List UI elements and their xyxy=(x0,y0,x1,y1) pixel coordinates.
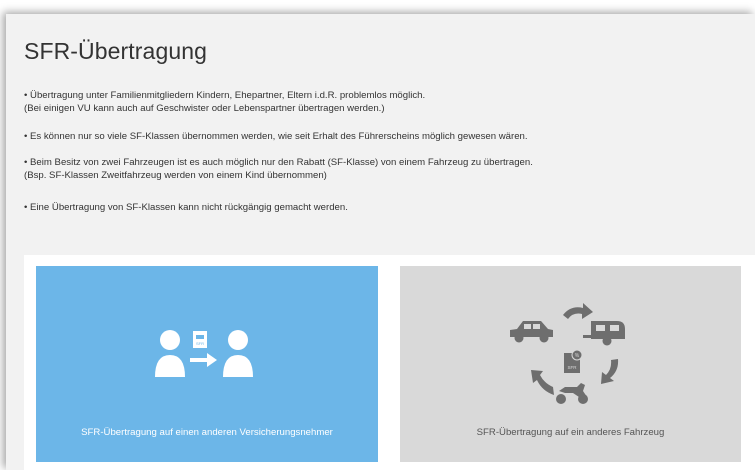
info-bullet-two-vehicles: • Beim Besitz von zwei Fahrzeugen ist es… xyxy=(24,156,744,182)
person-icon xyxy=(223,330,253,377)
person-icon xyxy=(155,330,185,377)
info-text-line: (Bei einigen VU kann auch auf Geschwiste… xyxy=(24,103,385,114)
sfr-badge-text: SFR xyxy=(196,341,204,346)
caravan-icon xyxy=(583,321,625,346)
info-bullet-family: • Übertragung unter Familienmitgliedern … xyxy=(24,89,744,115)
cycle-arrows-icon xyxy=(531,303,619,395)
transfer-to-vehicle-card[interactable]: % SFR SFR-Übertragung auf ein anderes Fa… xyxy=(400,266,741,462)
transfer-to-policyholder-label: SFR-Übertragung auf einen anderen Versic… xyxy=(81,427,333,438)
transfer-to-vehicle-label: SFR-Übertragung auf ein anderes Fahrzeug xyxy=(476,427,665,438)
sfr-document-icon: % SFR xyxy=(564,349,583,373)
info-text-line: (Bsp. SF-Klassen Zweitfahrzeug werden vo… xyxy=(24,170,327,181)
motorcycle-icon xyxy=(556,383,588,404)
vehicle-transfer-icon: % SFR xyxy=(510,303,625,404)
sfr-document-icon: SFR xyxy=(193,331,207,348)
info-bullet-irreversible: • Eine Übertragung von SF-Klassen kann n… xyxy=(24,201,744,214)
svg-text:%: % xyxy=(575,353,580,359)
arrow-right-icon xyxy=(190,353,217,367)
page-title: SFR-Übertragung xyxy=(24,38,208,64)
info-text-line: • Eine Übertragung von SF-Klassen kann n… xyxy=(24,202,348,213)
person-transfer-icon: SFR xyxy=(155,330,253,377)
transfer-options: SFR SFR-Übertragung auf einen anderen Ve… xyxy=(24,255,755,470)
info-text-line: • Beim Besitz von zwei Fahrzeugen ist es… xyxy=(24,157,533,168)
transfer-to-policyholder-card[interactable]: SFR SFR-Übertragung auf einen anderen Ve… xyxy=(36,266,378,462)
car-icon xyxy=(510,321,553,343)
content-panel: SFR-Übertragung • Übertragung unter Fami… xyxy=(6,14,755,470)
info-text-line: • Übertragung unter Familienmitgliedern … xyxy=(24,90,426,101)
sfr-badge-text: SFR xyxy=(568,365,578,370)
info-text-line: • Es können nur so viele SF-Klassen über… xyxy=(24,131,528,142)
info-bullet-license: • Es können nur so viele SF-Klassen über… xyxy=(24,130,744,143)
